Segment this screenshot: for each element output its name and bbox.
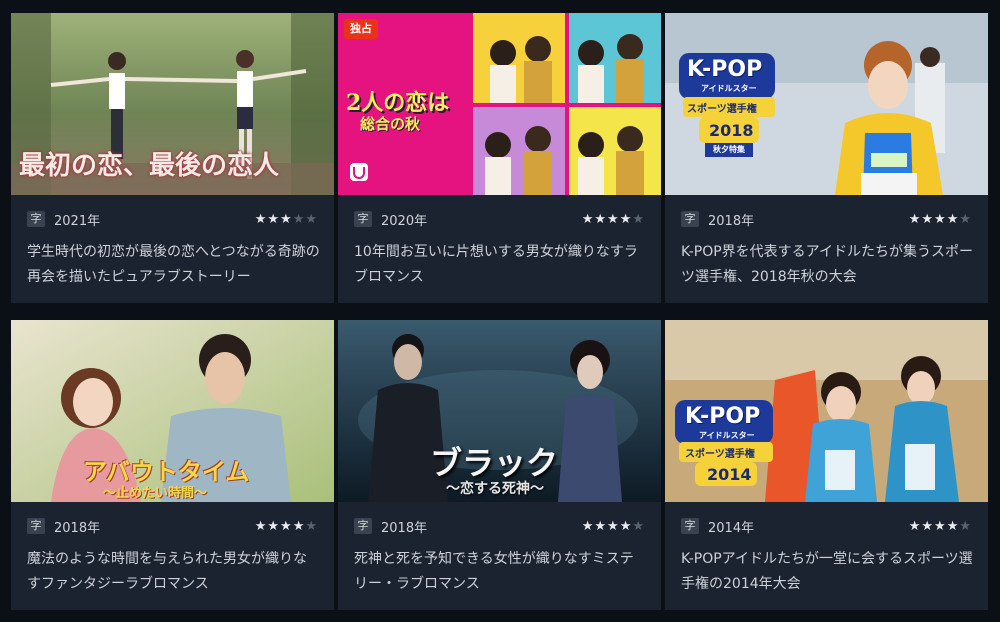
meta-row: 字 2018年 ★★★★★ [354,516,645,536]
subtitle-badge: 字 [354,211,372,227]
title-art-sub: スポーツ選手権 [687,104,757,115]
star-filled-icon: ★ [254,211,268,227]
title-grid: 最初の恋、最後の恋人 字 2021年 ★★★★★ 学生時代の初恋が最後の恋へとつ… [0,0,1000,622]
star-filled-icon: ★ [280,211,293,227]
star-filled-icon: ★ [619,518,633,534]
title-card[interactable]: アイドルスター K-POP スポーツ選手権 2018 秋夕特集 字 2018年 … [665,13,988,303]
title-card[interactable]: 独占 2人の恋は 総合の秋 字 2020年 ★★★★★ 10年間お互いに片想いす… [338,13,661,303]
subtitle-badge: 字 [681,518,699,534]
rating-stars: ★★★★★ [909,212,972,227]
title-art-small: アイドルスター [701,84,757,93]
description: K-POP界を代表するアイドルたちが集うスポーツ選手権、2018年秋の大会 [681,244,973,285]
release-year: 2018年 [54,520,101,536]
release-year: 2014年 [708,520,755,536]
meta-row: 字 2020年 ★★★★★ [354,209,645,229]
title-art-sub: 総合の秋 [360,115,421,133]
meta-row: 字 2018年 ★★★★★ [681,209,972,229]
title-art-year: 2018 [709,121,754,140]
title-art: K-POP [685,404,761,429]
star-filled-icon: ★ [267,518,281,534]
star-empty-icon: ★ [959,518,972,534]
title-card[interactable]: ブラック ～恋する死神～ 字 2018年 ★★★★★ 死神と死を予知できる女性が… [338,320,661,610]
star-empty-icon: ★ [632,211,645,227]
title-card[interactable]: アイドルスター K-POP スポーツ選手権 2014 字 2014年 ★★★★★… [665,320,988,610]
star-empty-icon: ★ [959,211,972,227]
star-filled-icon: ★ [292,518,306,534]
star-filled-icon: ★ [581,518,595,534]
description: K-POPアイドルたちが一堂に会するスポーツ選手権の2014年大会 [681,551,973,592]
star-filled-icon: ★ [267,211,281,227]
release-year: 2018年 [381,520,428,536]
thumbnail[interactable]: 最初の恋、最後の恋人 [11,13,334,195]
release-year: 2018年 [708,213,755,229]
star-filled-icon: ★ [934,518,947,534]
title-art-sub: ～恋する死神～ [446,481,544,497]
title-art-sub: スポーツ選手権 [685,449,755,460]
star-filled-icon: ★ [254,518,268,534]
rating-stars: ★★★★★ [255,212,318,227]
rating-stars: ★★★★★ [582,519,645,534]
star-filled-icon: ★ [946,518,960,534]
star-filled-icon: ★ [607,518,620,534]
thumbnail[interactable]: アバウトタイム ～止めたい時間～ [11,320,334,502]
meta-row: 字 2018年 ★★★★★ [27,516,318,536]
title-art: K-POP [687,57,763,82]
star-filled-icon: ★ [921,518,935,534]
title-art-sub: ～止めたい時間～ [103,486,208,501]
star-empty-icon: ★ [632,518,645,534]
subtitle-badge: 字 [681,211,699,227]
star-filled-icon: ★ [908,211,922,227]
subtitle-badge: 字 [354,518,372,534]
title-card[interactable]: 最初の恋、最後の恋人 字 2021年 ★★★★★ 学生時代の初恋が最後の恋へとつ… [11,13,334,303]
thumbnail[interactable]: 独占 2人の恋は 総合の秋 [338,13,661,195]
title-art-small: アイドルスター [699,431,755,440]
star-filled-icon: ★ [908,518,922,534]
exclusive-badge: 独占 [344,19,378,39]
description: 学生時代の初恋が最後の恋へとつながる奇跡の再会を描いたピュアラブストーリー [27,244,320,285]
title-art-year: 2014 [707,465,752,484]
title-art-tag: 秋夕特集 [713,145,745,154]
star-filled-icon: ★ [581,211,595,227]
star-filled-icon: ★ [934,211,947,227]
description: 魔法のような時間を与えられた男女が織りなすファンタジーラブロマンス [27,551,307,592]
rating-stars: ★★★★★ [255,519,318,534]
star-filled-icon: ★ [280,518,293,534]
star-filled-icon: ★ [594,518,608,534]
rating-stars: ★★★★★ [909,519,972,534]
star-filled-icon: ★ [594,211,608,227]
subtitle-badge: 字 [27,211,45,227]
thumbnail[interactable]: アイドルスター K-POP スポーツ選手権 2014 [665,320,988,502]
star-filled-icon: ★ [619,211,633,227]
release-year: 2021年 [54,213,101,229]
meta-row: 字 2021年 ★★★★★ [27,209,318,229]
subtitle-badge: 字 [27,518,45,534]
title-art: 最初の恋、最後の恋人 [19,151,280,181]
meta-row: 字 2014年 ★★★★★ [681,516,972,536]
star-empty-icon: ★ [305,211,318,227]
star-filled-icon: ★ [946,211,960,227]
star-empty-icon: ★ [292,211,306,227]
star-filled-icon: ★ [921,211,935,227]
description: 死神と死を予知できる女性が織りなすミステリー・ラブロマンス [354,551,634,592]
release-year: 2020年 [381,213,428,229]
star-filled-icon: ★ [607,211,620,227]
description: 10年間お互いに片想いする男女が織りなすラブロマンス [354,244,638,285]
thumbnail[interactable]: ブラック ～恋する死神～ [338,320,661,502]
rating-stars: ★★★★★ [582,212,645,227]
star-empty-icon: ★ [305,518,318,534]
thumbnail[interactable]: アイドルスター K-POP スポーツ選手権 2018 秋夕特集 [665,13,988,195]
title-card[interactable]: アバウトタイム ～止めたい時間～ 字 2018年 ★★★★★ 魔法のような時間を… [11,320,334,610]
